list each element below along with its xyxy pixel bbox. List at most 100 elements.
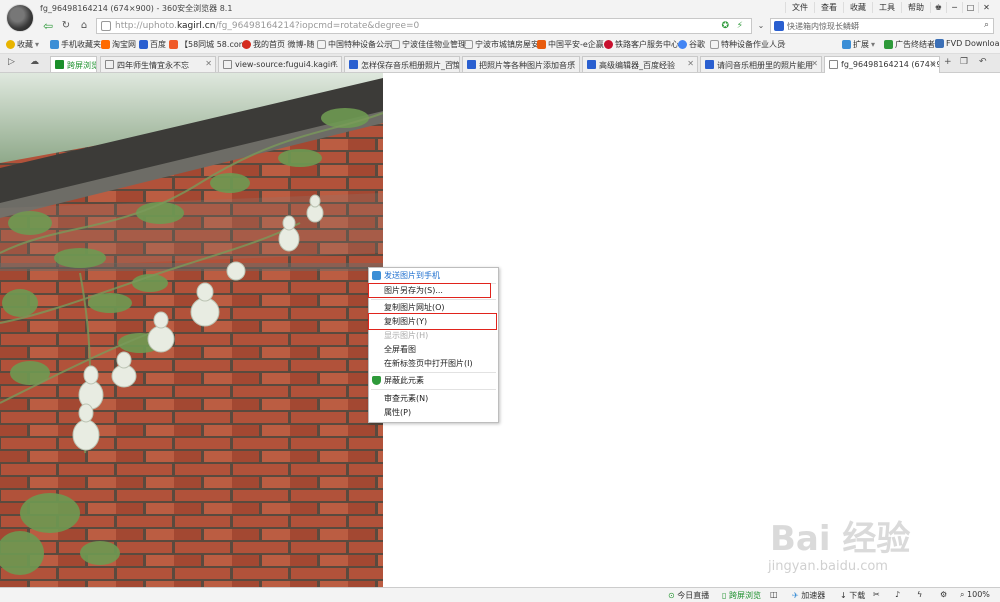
sound-icon[interactable]: ♪ bbox=[895, 590, 900, 599]
bookmark-item[interactable]: 特种设备作业人员 bbox=[710, 39, 785, 50]
shield-icon bbox=[372, 376, 381, 385]
tab-item[interactable]: 把照片等各种图片添加音乐 ✕ bbox=[462, 56, 580, 72]
play-icon: ⊙ bbox=[668, 591, 675, 600]
bookmark-item[interactable]: 谷歌 bbox=[678, 39, 705, 50]
tab-close-icon[interactable]: ✕ bbox=[449, 59, 456, 68]
menu-separator bbox=[371, 299, 496, 300]
page-icon bbox=[223, 60, 232, 69]
lightning-icon[interactable]: ⚡ bbox=[737, 21, 743, 31]
screenshot-icon[interactable]: ✂ bbox=[873, 590, 880, 599]
menu-copy-image-url[interactable]: 复制图片网址(O) bbox=[369, 302, 498, 313]
tab-active[interactable]: fg_96498164214 (674×900)✕ bbox=[824, 56, 940, 73]
lightning-icon[interactable]: ϟ bbox=[917, 590, 922, 599]
menu-help[interactable]: 帮助 bbox=[901, 2, 930, 13]
chevron-down-icon[interactable]: ⌄ bbox=[754, 19, 768, 33]
bookmark-item[interactable]: 宁波佳佳物业管理 bbox=[391, 39, 466, 50]
baidu-icon bbox=[467, 60, 476, 69]
download-button[interactable]: ↓ 下载 bbox=[840, 590, 865, 601]
menu-tools[interactable]: 工具 bbox=[872, 2, 901, 13]
bookmark-item[interactable]: 【58同城 58.com bbox=[169, 39, 247, 50]
menu-properties[interactable]: 属性(P) bbox=[369, 407, 498, 418]
bookmark-item[interactable]: 铁路客户服务中心 bbox=[604, 39, 679, 50]
star-icon bbox=[6, 40, 15, 49]
new-tab-icon[interactable]: + bbox=[944, 57, 952, 67]
tab-bar: ▷ ☁ 跨屏浏览 四年师生情宜永不忘 ✕ view-source:fugui4.k… bbox=[0, 54, 1000, 73]
bookmark-item[interactable]: 宁波市城镇房屋安 bbox=[464, 39, 539, 50]
window-title: fg_96498164214 (674×900) - 360安全浏览器 8.1 bbox=[40, 4, 233, 13]
browser-window: fg_96498164214 (674×900) - 360安全浏览器 8.1 … bbox=[0, 0, 1000, 602]
home-icon[interactable]: ⌂ bbox=[77, 19, 91, 33]
tab-close-icon[interactable]: ✕ bbox=[205, 59, 212, 68]
tab-list-icon[interactable]: ❐ bbox=[960, 57, 968, 67]
tab-item[interactable]: 请问音乐相册里的照片能用 ✕ bbox=[700, 56, 822, 72]
browser-ad-icon[interactable]: ◫ bbox=[770, 590, 778, 599]
watermark-domain: jingyan.baidu.com bbox=[768, 559, 888, 574]
cloud-icon[interactable]: ☁ bbox=[30, 57, 39, 67]
tab-item[interactable]: 高级编辑器_百度经验 ✕ bbox=[582, 56, 698, 72]
url-input[interactable]: http://uphoto.kagirl.cn/fg_96498164214?i… bbox=[96, 18, 752, 34]
menu-favorites[interactable]: 收藏 bbox=[843, 2, 872, 13]
tab-close-icon[interactable]: ✕ bbox=[331, 59, 338, 68]
adblock-extension[interactable]: 广告终结者 bbox=[884, 39, 935, 50]
cross-screen-button[interactable]: ▯ 跨屏浏览 bbox=[722, 590, 761, 601]
skin-icon[interactable]: ♚ bbox=[930, 2, 946, 13]
menu-file[interactable]: 文件 bbox=[785, 2, 814, 13]
tab-close-icon[interactable]: ✕ bbox=[687, 59, 694, 68]
fvd-extension[interactable]: FVD Downloa bbox=[935, 39, 999, 48]
bookmark-item[interactable]: 淘宝网 bbox=[101, 39, 136, 50]
page-icon bbox=[710, 40, 719, 49]
search-engine-icon[interactable] bbox=[774, 21, 784, 31]
refresh-icon[interactable]: ↻ bbox=[59, 19, 73, 33]
google-icon bbox=[678, 40, 687, 49]
menu-block-element[interactable]: 屏蔽此元素 bbox=[369, 375, 498, 386]
highlight-copy-image bbox=[368, 313, 497, 330]
tab-close-icon[interactable]: ✕ bbox=[929, 59, 936, 68]
security-shield-icon[interactable]: ✪ bbox=[721, 21, 729, 31]
accelerator-button[interactable]: ✈ 加速器 bbox=[792, 590, 825, 601]
status-bar: ⊙ 今日直播 ▯ 跨屏浏览 ◫ ✈ 加速器 ↓ 下载 ✂ ♪ ϟ ⚙ ⌕ 100… bbox=[0, 587, 1000, 602]
bookmark-item[interactable]: 我的首页 微博-随 bbox=[242, 39, 314, 50]
menu-send-to-phone[interactable]: 发送图片到手机 bbox=[369, 270, 498, 281]
menu-open-in-new-tab[interactable]: 在新标签页中打开图片(I) bbox=[369, 358, 498, 369]
bookmark-item[interactable]: 中国平安-e企赢 bbox=[537, 39, 604, 50]
more-bookmarks-icon[interactable]: » bbox=[781, 39, 786, 48]
phone-icon bbox=[55, 60, 64, 69]
extensions-button[interactable]: 扩展 ▾ bbox=[842, 39, 875, 50]
accelerator-icon: ✈ bbox=[792, 591, 799, 600]
tab-close-icon[interactable]: ✕ bbox=[811, 59, 818, 68]
url-text: http://uphoto.kagirl.cn/fg_96498164214?i… bbox=[115, 21, 420, 31]
close-icon[interactable]: ✕ bbox=[978, 2, 994, 13]
tab-item[interactable]: 怎样保存音乐相册照片_百度 ✕ bbox=[344, 56, 460, 72]
tab-cross-screen[interactable]: 跨屏浏览 bbox=[50, 56, 97, 72]
today-live-button[interactable]: ⊙ 今日直播 bbox=[668, 590, 709, 601]
menu-view[interactable]: 查看 bbox=[814, 2, 843, 13]
search-input[interactable]: 快递箱内惊现长鳞蟒 ⌕ bbox=[770, 18, 994, 34]
page-icon bbox=[317, 40, 326, 49]
page-icon bbox=[101, 21, 111, 31]
watermark-brand: Bai 经验 bbox=[770, 519, 911, 559]
zoom-control[interactable]: ⌕ 100% bbox=[960, 590, 990, 600]
menu-fullscreen-view[interactable]: 全屏看图 bbox=[369, 344, 498, 355]
user-avatar[interactable] bbox=[6, 4, 34, 32]
settings-icon[interactable]: ⚙ bbox=[940, 590, 947, 599]
menu-inspect-element[interactable]: 审查元素(N) bbox=[369, 393, 498, 404]
tab-item[interactable]: view-source:fugui4.kagirl. ✕ bbox=[218, 56, 342, 72]
undo-close-icon[interactable]: ↶ bbox=[979, 57, 987, 67]
search-icon[interactable]: ⌕ bbox=[984, 20, 989, 30]
bookmark-item[interactable]: 手机收藏夹 bbox=[50, 39, 101, 50]
photo-drawing bbox=[0, 73, 383, 587]
tab-close-icon[interactable]: ✕ bbox=[569, 59, 576, 68]
sidebar-toggle-icon[interactable]: ▷ bbox=[8, 57, 15, 67]
minimize-icon[interactable]: ─ bbox=[946, 2, 962, 13]
bookmark-item[interactable]: 中国特种设备公示 bbox=[317, 39, 392, 50]
tab-item[interactable]: 四年师生情宜永不忘 ✕ bbox=[100, 56, 216, 72]
extension-icon bbox=[842, 40, 851, 49]
back-arrow-icon[interactable]: ⇦ bbox=[41, 19, 55, 33]
highlight-save-as bbox=[368, 283, 491, 298]
maximize-icon[interactable]: □ bbox=[962, 2, 978, 13]
bookmark-item[interactable]: 百度 bbox=[139, 39, 166, 50]
bookmark-favorites[interactable]: 收藏 ▾ bbox=[6, 39, 39, 50]
baidu-icon bbox=[587, 60, 596, 69]
gourd-vine-photo[interactable] bbox=[0, 73, 383, 587]
shield-icon bbox=[884, 40, 893, 49]
